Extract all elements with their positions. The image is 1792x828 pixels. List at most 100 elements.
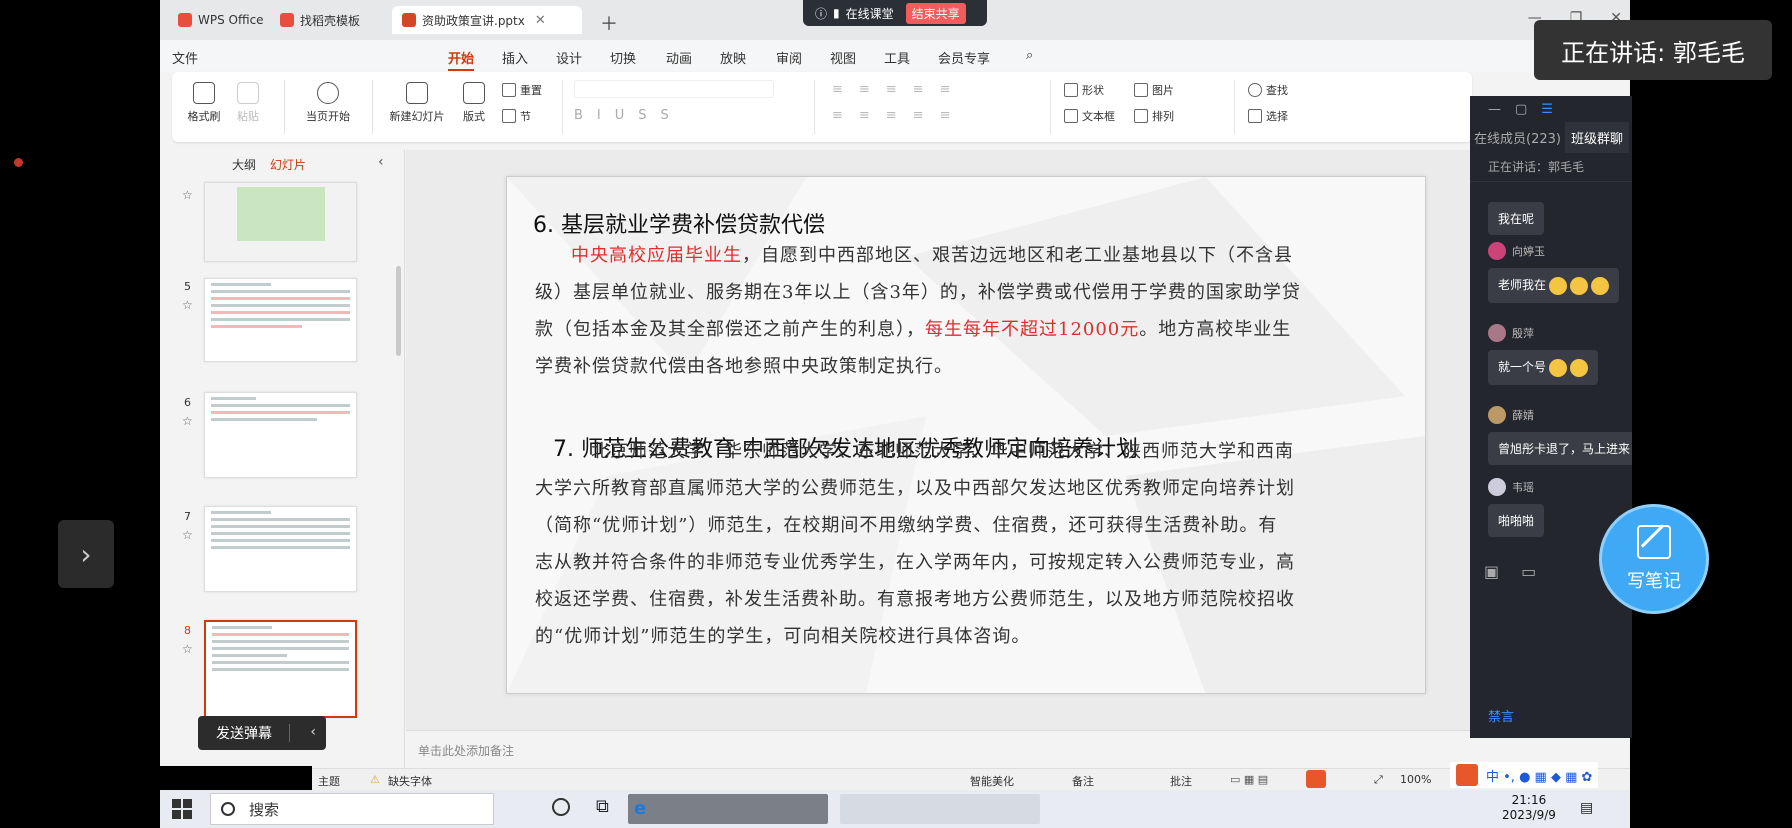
layout-icon bbox=[463, 82, 485, 104]
new-slide-button[interactable]: 新建幻灯片 bbox=[382, 82, 452, 124]
slide-thumbnail-4[interactable] bbox=[204, 182, 357, 262]
missing-font-label[interactable]: 缺失字体 bbox=[388, 773, 432, 789]
menu-slideshow[interactable]: 放映 bbox=[720, 48, 746, 67]
menu-member[interactable]: 会员专享 bbox=[938, 48, 990, 67]
maximize-icon[interactable]: ▢ bbox=[1515, 102, 1527, 117]
tab-slides[interactable]: 幻灯片 bbox=[270, 158, 306, 172]
tab-online-members[interactable]: 在线成员(223) bbox=[1470, 128, 1565, 147]
sender-name: 向婷玉 bbox=[1512, 245, 1545, 258]
clock-date: 2023/9/9 bbox=[1502, 808, 1556, 822]
star-icon[interactable]: ☆ bbox=[182, 642, 193, 656]
next-arrow-button[interactable]: › bbox=[58, 520, 114, 588]
cortana-icon[interactable] bbox=[552, 798, 570, 816]
input-mode-icon[interactable]: 中 •, ● ▦ ◆ ▦ ✿ bbox=[1486, 766, 1592, 785]
taskbar-apps[interactable] bbox=[840, 794, 1040, 824]
play-slideshow-icon[interactable] bbox=[1306, 770, 1326, 788]
current-slide[interactable]: 6. 基层就业学费补偿贷款代偿 中央高校应届毕业生，自愿到中西部地区、艰苦边远地… bbox=[506, 176, 1426, 694]
arrange-button[interactable]: 排列 bbox=[1134, 108, 1174, 124]
emoji-icon bbox=[1549, 276, 1568, 295]
menu-insert[interactable]: 插入 bbox=[502, 48, 528, 67]
windows-start-icon[interactable] bbox=[172, 799, 192, 819]
notes-area[interactable]: 单击此处添加备注 bbox=[406, 730, 1630, 768]
chat-message: 韦瑶 啪啪啪 bbox=[1488, 476, 1545, 537]
menu-animation[interactable]: 动画 bbox=[666, 48, 692, 67]
body-text: 款（包括本金及其全部偿还之前产生的利息）， bbox=[535, 319, 925, 340]
star-icon[interactable]: ☆ bbox=[182, 414, 193, 428]
divider bbox=[1050, 80, 1051, 134]
slide-thumbnail-7[interactable] bbox=[204, 506, 357, 592]
slide-thumbnail-8[interactable] bbox=[204, 620, 357, 718]
new-tab-icon[interactable]: ＋ bbox=[600, 10, 618, 36]
sogou-input-icon[interactable] bbox=[1456, 764, 1478, 786]
taskbar-search-box[interactable]: 搜索 bbox=[210, 793, 494, 825]
picture-label: 图片 bbox=[1152, 84, 1174, 97]
tab-label: 资助政策宣讲.pptx bbox=[422, 13, 525, 28]
notes-toggle[interactable]: 备注 bbox=[1072, 773, 1094, 789]
star-icon[interactable]: ☆ bbox=[182, 528, 193, 542]
menu-tools[interactable]: 工具 bbox=[884, 48, 910, 67]
menu-file[interactable]: 文件 bbox=[172, 48, 198, 67]
star-icon[interactable]: ☆ bbox=[182, 298, 193, 312]
comments-toggle[interactable]: 批注 bbox=[1170, 773, 1192, 789]
body-text: 。地方高校毕业生 bbox=[1139, 319, 1292, 340]
menu-design[interactable]: 设计 bbox=[556, 48, 582, 67]
smart-beautify-button[interactable]: 智能美化 bbox=[970, 773, 1014, 789]
layout-button[interactable]: 版式 bbox=[456, 82, 492, 124]
fit-icon[interactable]: ⤢ bbox=[1374, 773, 1383, 787]
textbox-icon bbox=[1064, 109, 1078, 123]
paragraph-line: 的“优师计划”师范生的学生，可向相关院校进行具体咨询。 bbox=[535, 626, 1031, 647]
picture-button[interactable]: 图片 bbox=[1134, 82, 1174, 98]
textbox-button[interactable]: 文本框 bbox=[1064, 108, 1115, 124]
tab-outline[interactable]: 大纲 bbox=[232, 158, 256, 172]
font-select[interactable] bbox=[574, 80, 774, 98]
message-text: 就一个号 bbox=[1498, 360, 1547, 374]
select-button[interactable]: 选择 bbox=[1248, 108, 1288, 124]
star-icon[interactable]: ☆ bbox=[182, 188, 193, 202]
play-from-current-button[interactable]: 当页开始 bbox=[298, 82, 358, 124]
taskbar-clock[interactable]: 21:16 2023/9/9 bbox=[1502, 793, 1556, 823]
status-bar: 主题 ⚠ 缺失字体 智能美化 备注 批注 ▭ ▦ ▤ ⤢ 100% bbox=[160, 768, 1630, 790]
slide-thumbnail-6[interactable] bbox=[204, 392, 357, 478]
online-class-label: 在线课堂 bbox=[845, 6, 894, 21]
sender-name: 韦瑶 bbox=[1512, 481, 1534, 494]
tab-pptx[interactable]: 资助政策宣讲.pptx ✕ bbox=[392, 6, 582, 34]
view-mode-icons[interactable]: ▭ ▦ ▤ bbox=[1230, 773, 1268, 786]
online-class-bar: ⓘ ▮ 在线课堂 结束共享 bbox=[803, 0, 987, 26]
menu-icon[interactable]: ☰ bbox=[1541, 102, 1553, 117]
divider bbox=[814, 80, 815, 134]
avatar bbox=[1488, 242, 1506, 260]
slide-thumbnail-5[interactable] bbox=[204, 278, 357, 362]
end-share-button[interactable]: 结束共享 bbox=[905, 2, 966, 24]
send-danmaku-button[interactable]: 发送弹幕 ‹ bbox=[198, 716, 326, 750]
collapse-panel-icon[interactable]: ‹ bbox=[378, 154, 384, 170]
section-button[interactable]: 节 bbox=[502, 108, 531, 124]
notification-icon[interactable]: ▤ bbox=[1580, 800, 1593, 816]
theme-label[interactable]: 主题 bbox=[318, 773, 340, 789]
gift-icon[interactable]: ▣ bbox=[1484, 562, 1499, 581]
minimize-icon[interactable]: — bbox=[1488, 102, 1501, 117]
tab-template[interactable]: 找稻壳模板 bbox=[270, 6, 370, 34]
emoji-icon bbox=[1570, 358, 1589, 377]
tab-class-group[interactable]: 班级群聊 bbox=[1564, 121, 1629, 153]
close-icon[interactable]: ✕ bbox=[535, 13, 546, 28]
folder-icon[interactable]: ▭ bbox=[1521, 562, 1536, 581]
menu-transition[interactable]: 切换 bbox=[610, 48, 636, 67]
wps-logo-icon bbox=[178, 13, 192, 27]
search-icon[interactable]: ⌕ bbox=[1026, 48, 1033, 63]
taskbar-browser-app[interactable]: e bbox=[628, 794, 828, 824]
shape-button[interactable]: 形状 bbox=[1064, 82, 1104, 98]
chevron-left-icon[interactable]: ‹ bbox=[310, 724, 316, 740]
menu-review[interactable]: 审阅 bbox=[776, 48, 802, 67]
menu-view[interactable]: 视图 bbox=[830, 48, 856, 67]
write-notes-button[interactable]: 写笔记 bbox=[1599, 504, 1709, 614]
paste-button[interactable]: 粘贴 bbox=[228, 82, 268, 124]
menu-home[interactable]: 开始 bbox=[448, 48, 475, 71]
thumbnail-scrollbar[interactable] bbox=[396, 266, 401, 356]
format-painter-button[interactable]: 格式刷 bbox=[184, 82, 224, 124]
tab-wps-office[interactable]: WPS Office bbox=[168, 6, 274, 34]
zoom-level[interactable]: 100% bbox=[1400, 773, 1431, 786]
task-view-icon[interactable]: ⧉ bbox=[596, 796, 609, 817]
find-button[interactable]: 查找 bbox=[1248, 82, 1288, 98]
reset-button[interactable]: 重置 bbox=[502, 82, 542, 98]
mute-button[interactable]: 禁言 bbox=[1488, 706, 1514, 725]
